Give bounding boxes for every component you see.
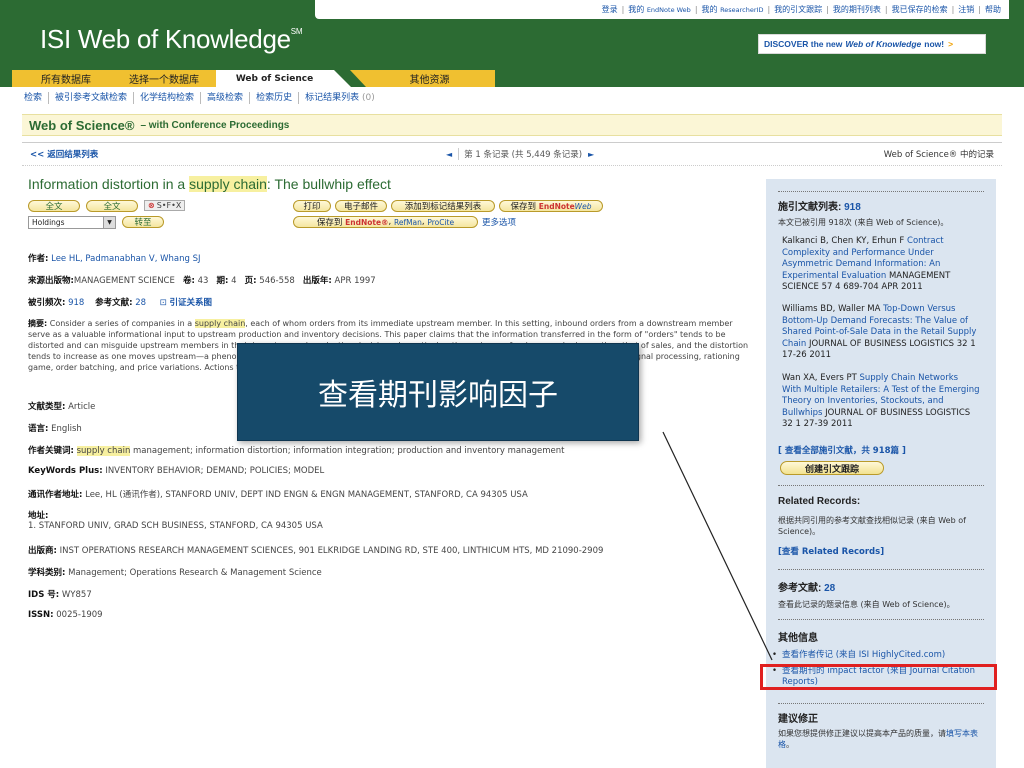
tab-other-resources[interactable]: 其他资源	[350, 70, 495, 87]
database-name: Web of Science	[29, 117, 125, 133]
prev-record-icon[interactable]: ◄	[446, 150, 452, 159]
database-subtitle: – with Conference Proceedings	[140, 119, 290, 131]
citing-article-2: Williams BD, Waller MA Top-Down Versus B…	[782, 304, 977, 360]
citing-article-1: Kalkanci B, Chen KY, Erhun F Contract Co…	[782, 236, 951, 292]
my-citation-alerts-link[interactable]: 我的引文跟踪	[774, 4, 822, 15]
save-to-endnote-web-button[interactable]: 保存到 EndNoteWeb	[499, 200, 603, 212]
citing-articles-title: 施引文献列表: 918	[778, 202, 861, 213]
marked-count: (0)	[361, 93, 375, 103]
subnav-structure-search[interactable]: 化学结构检索	[133, 92, 200, 104]
citing-article-3: Wan XA, Evers PT Supply Chain Networks W…	[782, 373, 980, 429]
subnav-marked-list[interactable]: 标记结果列表 (0)	[298, 92, 381, 104]
my-journal-list-link[interactable]: 我的期刊列表	[833, 4, 881, 15]
author-keywords-field: 作者关键词: supply chain management; informat…	[28, 446, 565, 456]
citing-count-link[interactable]: 918	[844, 202, 861, 213]
annotation-caption-box: 查看期刊影响因子	[237, 343, 639, 441]
reprint-address-field: 通讯作者地址: Lee, HL (通讯作者), STANFORD UNIV, D…	[28, 490, 528, 500]
arrow-right-icon: >	[948, 39, 954, 49]
chevron-down-icon: ▼	[103, 217, 115, 228]
help-link[interactable]: 帮助	[985, 4, 1001, 15]
login-link[interactable]: 登录	[602, 4, 618, 15]
suggest-correction-title: 建议修正	[778, 714, 818, 725]
subject-category-field: 学科类别: Management; Operations Research & …	[28, 568, 322, 578]
database-tabs: 所有数据库 选择一个数据库 Web of Science 其他资源	[0, 70, 1024, 87]
print-button[interactable]: 打印	[293, 200, 331, 212]
doctype-field: 文献类型: Article	[28, 402, 96, 412]
record-pager: ◄ 第 1 条记录 (共 5,449 条记录) ►	[440, 148, 600, 160]
search-subnav: 检索 被引参考文献检索 化学结构检索 高级检索 检索历史 标记结果列表 (0)	[18, 88, 381, 108]
annotation-caption: 查看期刊影响因子	[318, 378, 558, 413]
language-field: 语言: English	[28, 424, 82, 434]
more-options-link[interactable]: 更多选项	[482, 216, 516, 228]
save-to-endnote-refman-procite-button[interactable]: 保存到 EndNote®, RefMan, ProCite	[293, 216, 478, 228]
sfx-icon: ⊗	[148, 201, 155, 210]
related-records-note: 根据共同引用的参考文献查找相似记录 (来自 Web of Science)。	[778, 516, 966, 536]
other-info-title: 其他信息	[778, 633, 818, 644]
create-citation-alert-button[interactable]: 创建引文跟踪	[780, 461, 884, 475]
author-biography-link[interactable]: 查看作者传记 (来自 ISI HighlyCited.com)	[772, 650, 982, 661]
back-to-results-link[interactable]: << 返回结果列表	[30, 148, 98, 160]
site-logo[interactable]: ISI Web of KnowledgeSM	[40, 24, 303, 55]
ids-number-field: IDS 号: WY857	[28, 590, 92, 600]
add-to-marked-list-button[interactable]: 添加到标记结果列表	[391, 200, 495, 212]
publisher-field: 出版商: INST OPERATIONS RESEARCH MANAGEMENT…	[28, 546, 604, 556]
authors-field: 作者: Lee HL, Padmanabhan V, Whang SJ	[28, 254, 201, 264]
subnav-search[interactable]: 检索	[18, 92, 48, 104]
holdings-select[interactable]: Holdings ▼	[28, 216, 116, 229]
subnav-advanced-search[interactable]: 高级检索	[200, 92, 249, 104]
citation-map-link[interactable]: ⊡ 引证关系图	[160, 298, 212, 308]
references-title: 参考文献: 28	[778, 583, 836, 594]
my-researcherid-link[interactable]: 我的 ResearcherID	[702, 4, 764, 15]
highlight-box	[760, 664, 997, 690]
record-title: Information distortion in a supply chain…	[28, 176, 391, 192]
fulltext-button-2[interactable]: 全文	[86, 200, 138, 212]
record-toolbar: 全文 全文 ⊗ S•F•X Holdings ▼ 转至 打印 电子邮件 添加到标记结…	[28, 200, 754, 232]
saved-searches-link[interactable]: 我已保存的检索	[892, 4, 948, 15]
references-link[interactable]: 28	[135, 298, 146, 308]
suggest-correction-note: 如果您想提供修正建议以提高本产品的质量，请填写本表格。	[778, 729, 978, 749]
issn-field: ISSN: 0025-1909	[28, 610, 103, 620]
source-field: 来源出版物:MANAGEMENT SCIENCE 卷: 43 期: 4 页: 5…	[28, 276, 376, 286]
top-links: 登录 | 我的 EndNote Web | 我的 ResearcherID | …	[315, 0, 1009, 19]
tab-select-database[interactable]: 选择一个数据库	[100, 70, 218, 87]
go-button[interactable]: 转至	[122, 216, 164, 228]
record-source-label: Web of Science® 中的记录	[883, 150, 994, 160]
database-title-bar: Web of Science ® – with Conference Proce…	[22, 114, 1002, 136]
discover-banner[interactable]: DISCOVER the new Web of Knowledge now! >	[758, 34, 986, 54]
sfx-button[interactable]: ⊗ S•F•X	[144, 200, 186, 211]
full-record: Information distortion in a supply chain…	[28, 176, 754, 232]
citing-note: 本文已被引用 918次 (来自 Web of Science)。	[778, 218, 949, 227]
view-related-records-link[interactable]: [查看 Related Records]	[778, 545, 984, 557]
citation-map-icon: ⊡	[159, 298, 167, 308]
email-button[interactable]: 电子邮件	[335, 200, 387, 212]
subnav-cited-ref-search[interactable]: 被引参考文献检索	[48, 92, 133, 104]
authors-link[interactable]: Lee HL, Padmanabhan V, Whang SJ	[51, 254, 200, 264]
fulltext-button-1[interactable]: 全文	[28, 200, 80, 212]
tab-web-of-science[interactable]: Web of Science	[216, 70, 351, 87]
references-note: 查看此记录的题录信息 (来自 Web of Science)。	[778, 600, 955, 609]
view-all-citing-link[interactable]: [ 查看全部施引文献，共 918篇 ]	[778, 444, 984, 456]
citation-counts-field: 被引频次: 918 参考文献: 28 ⊡ 引证关系图	[28, 298, 212, 308]
related-records-title: Related Records:	[778, 496, 861, 507]
my-endnote-link[interactable]: 我的 EndNote Web	[628, 4, 691, 15]
next-record-icon[interactable]: ►	[588, 150, 594, 159]
subnav-search-history[interactable]: 检索历史	[249, 92, 298, 104]
header: 登录 | 我的 EndNote Web | 我的 ResearcherID | …	[0, 0, 1024, 70]
times-cited-link[interactable]: 918	[68, 298, 84, 308]
address-field: 地址: 1. STANFORD UNIV, GRAD SCH BUSINESS, …	[28, 511, 323, 531]
references-count-link[interactable]: 28	[824, 583, 835, 594]
result-navigation: << 返回结果列表 ◄ 第 1 条记录 (共 5,449 条记录) ► Web …	[22, 142, 1002, 166]
logout-link[interactable]: 注销	[958, 4, 974, 15]
record-position: 第 1 条记录 (共 5,449 条记录)	[464, 150, 583, 160]
keywords-plus-field: KeyWords Plus: INVENTORY BEHAVIOR; DEMAN…	[28, 466, 325, 476]
